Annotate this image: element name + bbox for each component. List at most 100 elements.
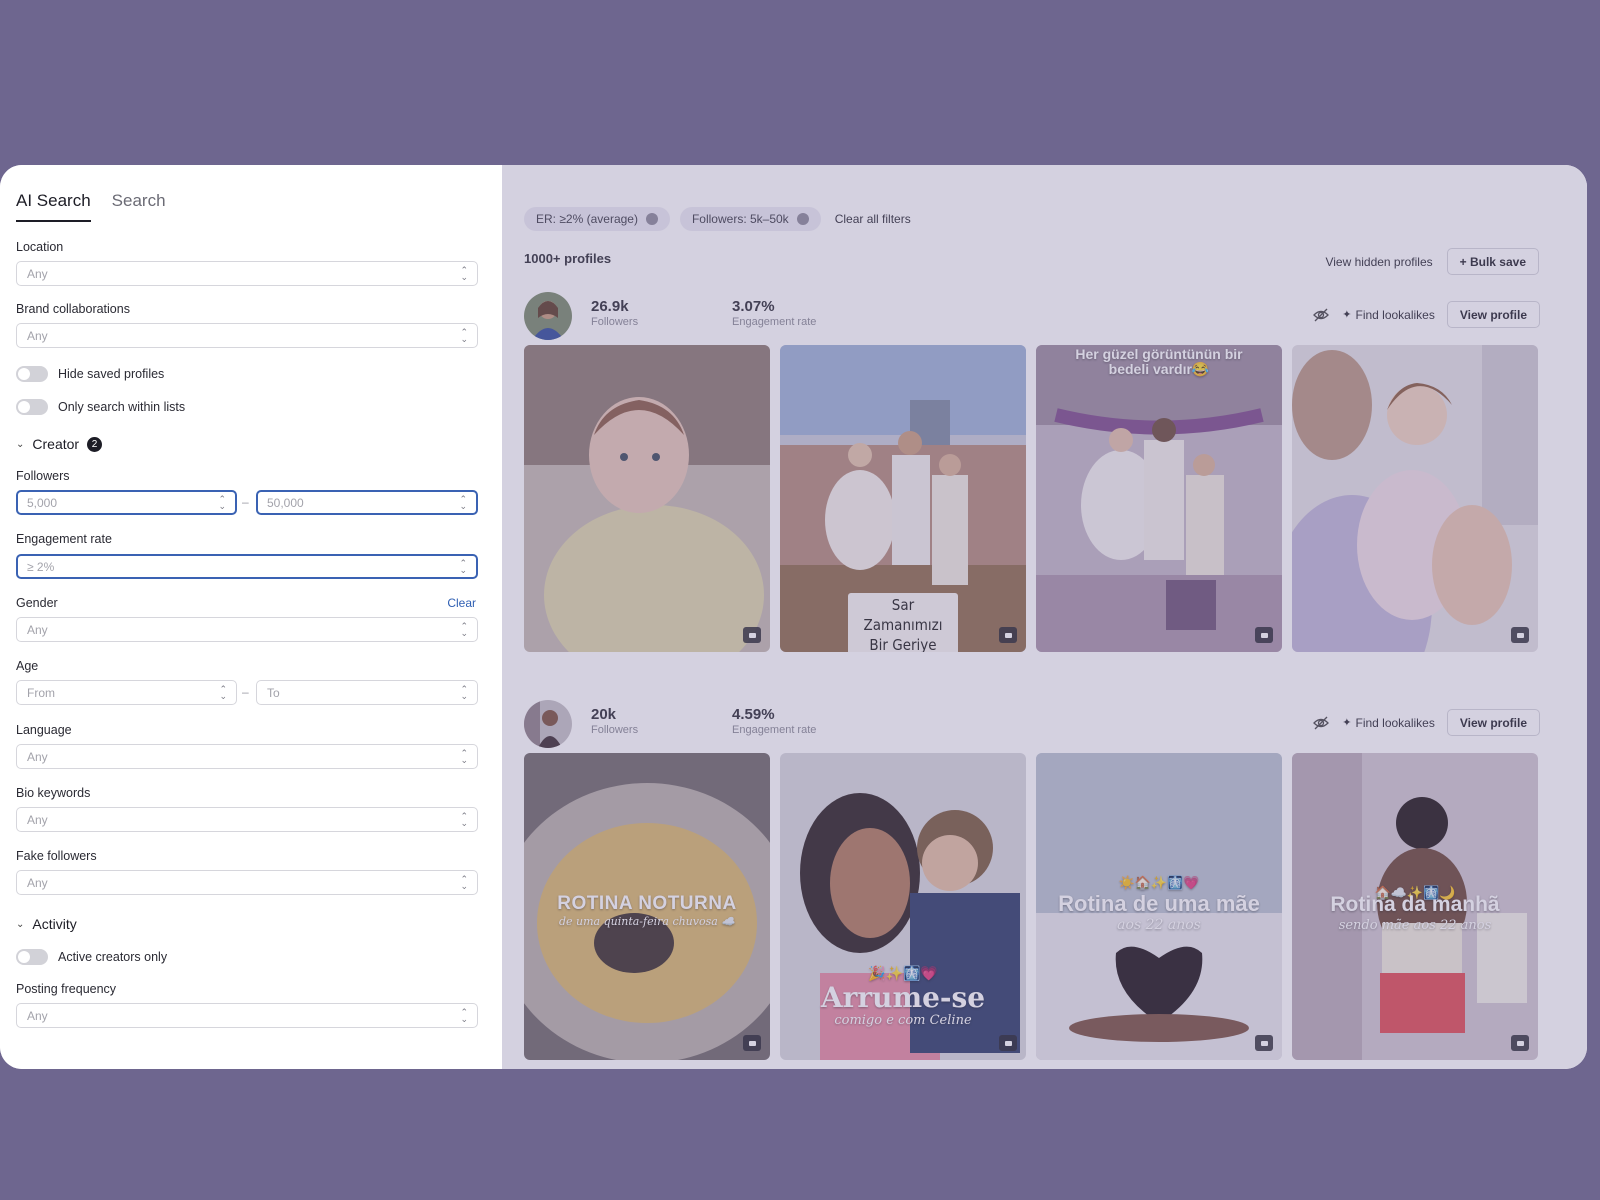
updown-icon: ⌃ ⌄ bbox=[459, 557, 467, 575]
fake-select[interactable]: Any ⌃ ⌄ bbox=[16, 870, 478, 895]
bio-select[interactable]: Any ⌃ ⌄ bbox=[16, 807, 478, 832]
updown-icon: ⌃ ⌄ bbox=[218, 493, 226, 511]
followers-caption: Followers bbox=[591, 724, 639, 736]
hide-profile-icon[interactable] bbox=[1312, 714, 1330, 732]
clear-all-filters-link[interactable]: Clear all filters bbox=[835, 212, 911, 226]
find-lookalikes-button[interactable]: ✦ Find lookalikes bbox=[1342, 308, 1435, 322]
avatar[interactable] bbox=[524, 292, 572, 340]
media-thumbnail[interactable]: ☀️🏠✨🩻💗 Rotina de uma mãe aos 22 anos bbox=[1036, 753, 1282, 1060]
updown-icon: ⌃ ⌄ bbox=[460, 683, 468, 701]
video-icon bbox=[999, 627, 1017, 643]
hide-saved-label: Hide saved profiles bbox=[58, 367, 165, 381]
location-value: Any bbox=[27, 266, 48, 281]
gender-clear-link[interactable]: Clear bbox=[447, 596, 476, 610]
media-thumbnail[interactable]: Her güzel görüntünün bir bedeli vardır😂 bbox=[1036, 345, 1282, 652]
media-thumbnail[interactable]: Sar Zamanımızı Bir Geriye bbox=[780, 345, 1026, 652]
age-from-value: From bbox=[27, 685, 55, 700]
location-label: Location bbox=[16, 240, 64, 254]
followers-from-input[interactable]: 5,000 ⌃ ⌄ bbox=[16, 490, 237, 515]
engagement-stat: 4.59% Engagement rate bbox=[732, 706, 816, 736]
thumbnail-subtitle: aos 22 anos bbox=[1117, 917, 1201, 933]
thumbnail-caption: Sar Zamanımızı Bir Geriye bbox=[848, 593, 958, 652]
engagement-caption: Engagement rate bbox=[732, 316, 817, 328]
range-dash: – bbox=[242, 685, 249, 699]
find-lookalikes-button[interactable]: ✦ Find lookalikes bbox=[1342, 716, 1435, 730]
media-thumbnail[interactable]: ROTINA NOTURNA de uma quinta-feira chuvo… bbox=[524, 753, 770, 1060]
video-icon bbox=[743, 627, 761, 643]
video-icon bbox=[743, 1035, 761, 1051]
media-thumbnail[interactable]: 🏠☁️✨🩻🌙 Rotina da manhã sendo mãe aos 22 … bbox=[1292, 753, 1538, 1060]
find-lookalikes-label: Find lookalikes bbox=[1355, 715, 1435, 730]
location-select[interactable]: Any ⌃ ⌄ bbox=[16, 261, 478, 286]
posting-select[interactable]: Any ⌃ ⌄ bbox=[16, 1003, 478, 1028]
followers-stat: 20k Followers bbox=[591, 706, 638, 736]
posting-value: Any bbox=[27, 1008, 48, 1023]
thumbnail-title: ROTINA NOTURNA bbox=[557, 893, 737, 914]
remove-filter-icon[interactable] bbox=[796, 213, 809, 225]
age-to-select[interactable]: To ⌃ ⌄ bbox=[256, 680, 478, 705]
bulk-save-button[interactable]: + Bulk save bbox=[1446, 248, 1539, 275]
followers-to-value: 50,000 bbox=[267, 495, 304, 510]
hide-saved-row: Hide saved profiles bbox=[16, 366, 164, 382]
find-lookalikes-label: Find lookalikes bbox=[1355, 307, 1435, 322]
engagement-select[interactable]: ≥ 2% ⌃ ⌄ bbox=[16, 554, 478, 579]
creator-card: 20k Followers 4.59% Engagement rate ✦ Fi… bbox=[524, 698, 1540, 1060]
age-to-value: To bbox=[267, 685, 280, 700]
followers-value: 26.9k bbox=[591, 298, 629, 315]
followers-stat: 26.9k Followers bbox=[591, 298, 638, 328]
filter-chip-er[interactable]: ER: ≥2% (average) bbox=[524, 207, 670, 231]
view-profile-button[interactable]: View profile bbox=[1446, 709, 1540, 736]
creator-header: 20k Followers 4.59% Engagement rate ✦ Fi… bbox=[524, 698, 1540, 750]
tab-ai-search[interactable]: AI Search bbox=[16, 191, 91, 222]
view-profile-button[interactable]: View profile bbox=[1446, 301, 1540, 328]
results-actions: View hidden profiles + Bulk save bbox=[1325, 248, 1539, 275]
followers-to-input[interactable]: 50,000 ⌃ ⌄ bbox=[256, 490, 478, 515]
engagement-value: ≥ 2% bbox=[27, 559, 55, 574]
followers-label: Followers bbox=[16, 469, 70, 483]
creator-section-label: Creator bbox=[32, 436, 80, 452]
thumbnail-subtitle: de uma quinta-feira chuvosa ☁️ bbox=[558, 915, 736, 928]
engagement-value: 4.59% bbox=[732, 706, 775, 723]
creator-section-toggle[interactable]: ⌄ Creator 2 bbox=[16, 436, 103, 452]
activity-section-toggle[interactable]: ⌄ Activity bbox=[16, 916, 77, 932]
media-thumbnail[interactable]: 🎉✨🩻💗 Arrume-se comigo e com Celine bbox=[780, 753, 1026, 1060]
activity-section-label: Activity bbox=[32, 916, 77, 932]
updown-icon: ⌃ ⌄ bbox=[460, 620, 468, 638]
gender-value: Any bbox=[27, 622, 48, 637]
age-from-select[interactable]: From ⌃ ⌄ bbox=[16, 680, 237, 705]
video-icon bbox=[1255, 627, 1273, 643]
language-select[interactable]: Any ⌃ ⌄ bbox=[16, 744, 478, 769]
engagement-caption: Engagement rate bbox=[732, 724, 817, 736]
tab-search[interactable]: Search bbox=[112, 191, 166, 217]
updown-icon: ⌃ ⌄ bbox=[459, 493, 467, 511]
fake-label: Fake followers bbox=[16, 849, 97, 863]
media-thumbnail[interactable] bbox=[524, 345, 770, 652]
profile-count: 1000+ profiles bbox=[524, 251, 612, 266]
filter-sidebar: AI Search Search Location Any ⌃ ⌄ Brand c… bbox=[0, 165, 502, 1069]
filter-chip-followers[interactable]: Followers: 5k–50k bbox=[679, 207, 821, 231]
active-only-label: Active creators only bbox=[58, 950, 168, 964]
search-tabs: AI Search Search bbox=[16, 191, 476, 222]
creator-card: 26.9k Followers 3.07% Engagement rate ✦ … bbox=[524, 290, 1540, 652]
filter-chip-label: ER: ≥2% (average) bbox=[536, 212, 638, 226]
updown-icon: ⌃ ⌄ bbox=[219, 683, 227, 701]
updown-icon: ⌃ ⌄ bbox=[460, 747, 468, 765]
followers-from-value: 5,000 bbox=[27, 495, 58, 510]
posting-label: Posting frequency bbox=[16, 982, 117, 996]
only-lists-toggle[interactable] bbox=[16, 399, 48, 415]
hide-saved-toggle[interactable] bbox=[16, 366, 48, 382]
active-only-toggle[interactable] bbox=[16, 949, 48, 965]
thumbnail-emoji: ☀️🏠✨🩻💗 bbox=[1118, 875, 1200, 890]
remove-filter-icon[interactable] bbox=[645, 213, 658, 225]
brand-label: Brand collaborations bbox=[16, 302, 130, 316]
hide-profile-icon[interactable] bbox=[1312, 306, 1330, 324]
media-thumbnail[interactable] bbox=[1292, 345, 1538, 652]
brand-select[interactable]: Any ⌃ ⌄ bbox=[16, 323, 478, 348]
gender-select[interactable]: Any ⌃ ⌄ bbox=[16, 617, 478, 642]
avatar[interactable] bbox=[524, 700, 572, 748]
only-lists-row: Only search within lists bbox=[16, 399, 185, 415]
engagement-label: Engagement rate bbox=[16, 532, 112, 546]
view-hidden-profiles-link[interactable]: View hidden profiles bbox=[1325, 255, 1432, 269]
creator-actions: ✦ Find lookalikes View profile bbox=[1312, 709, 1540, 736]
updown-icon: ⌃ ⌄ bbox=[460, 326, 468, 344]
